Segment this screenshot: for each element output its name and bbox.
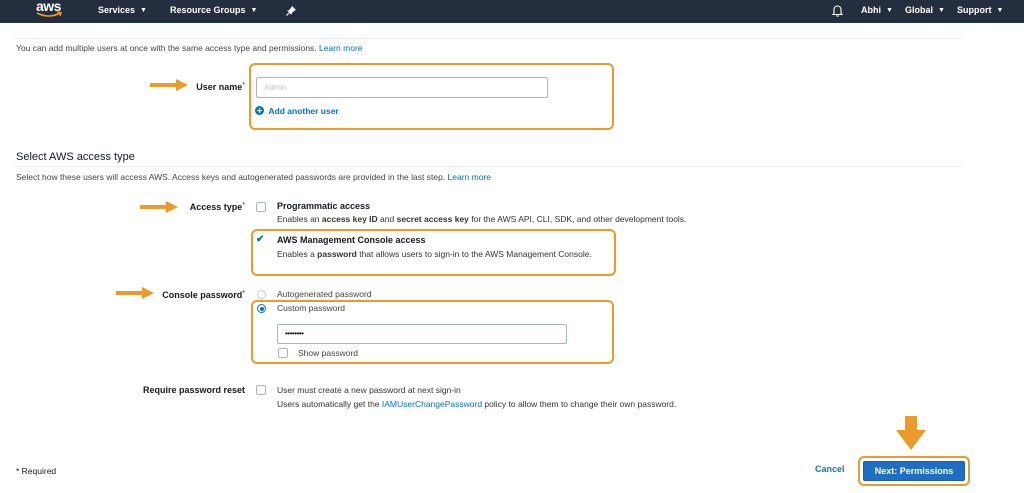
- section-heading: Select AWS access type: [16, 151, 135, 163]
- desc-text: that allows users to sign-in to the AWS …: [356, 249, 592, 259]
- chevron-down-icon: ▼: [886, 7, 893, 14]
- user-name-label: User name*: [150, 82, 245, 92]
- programmatic-access-description: Enables an access key ID and secret acce…: [277, 214, 686, 224]
- aws-smile-icon: [36, 11, 62, 17]
- services-menu[interactable]: Services ▼: [98, 0, 147, 23]
- arrow-right-icon: [116, 287, 154, 299]
- next-permissions-button[interactable]: Next: Permissions: [863, 461, 965, 481]
- password-reset-label: Require password reset: [142, 385, 245, 395]
- section-learn-more-link[interactable]: Learn more: [448, 172, 491, 182]
- top-navigation-bar: aws Services ▼ Resource Groups ▼ Abhi ▼ Glo…: [0, 0, 1024, 23]
- desc-text: policy to allow them to change their own…: [482, 399, 677, 409]
- add-another-user-label: Add another user: [268, 106, 339, 116]
- show-password-label: Show password: [298, 348, 359, 358]
- password-value: ••••••••: [285, 329, 304, 338]
- user-name-value: Admin: [264, 83, 287, 92]
- divider: [14, 166, 962, 167]
- console-access-title: AWS Management Console access: [277, 235, 426, 245]
- custom-password-radio[interactable]: [257, 304, 266, 313]
- desc-text: Users automatically get the: [277, 399, 382, 409]
- add-another-user-button[interactable]: Add another user: [255, 106, 339, 116]
- password-reset-checkbox[interactable]: [256, 385, 266, 395]
- show-password-checkbox[interactable]: [278, 348, 288, 358]
- intro-text: You can add multiple users at once with …: [16, 43, 363, 53]
- intro-description: You can add multiple users at once with …: [16, 43, 317, 53]
- checkmark-icon: ✔: [256, 234, 265, 245]
- iam-policy-link[interactable]: IAMUserChangePassword: [382, 399, 482, 409]
- chevron-down-icon: ▼: [250, 7, 258, 14]
- console-password-label: Console password*: [150, 290, 245, 300]
- desc-text: Enables an: [277, 214, 322, 224]
- required-star: *: [242, 82, 245, 89]
- resource-groups-label: Resource Groups: [170, 5, 246, 15]
- required-star: *: [242, 202, 245, 209]
- aws-logo[interactable]: aws: [36, 0, 66, 21]
- user-name: Abhi: [861, 5, 881, 15]
- desc-bold: password: [317, 249, 357, 259]
- region-label: Global: [905, 5, 934, 15]
- autogenerated-password-radio[interactable]: [257, 290, 266, 299]
- custom-password-label: Custom password: [277, 303, 346, 313]
- chevron-down-icon: ▼: [938, 7, 945, 14]
- desc-text: for the AWS API, CLI, SDK, and other dev…: [468, 214, 687, 224]
- section-description-text: Select how these users will access AWS. …: [16, 172, 446, 182]
- desc-text: and: [377, 214, 397, 224]
- support-menu[interactable]: Support ▼: [957, 0, 1003, 23]
- desc-bold: secret access key: [396, 214, 469, 224]
- programmatic-access-title: Programmatic access: [277, 201, 371, 211]
- divider: [14, 38, 962, 39]
- bell-icon[interactable]: [831, 1, 844, 24]
- arrow-down-icon: [896, 416, 926, 450]
- plus-circle-icon: [255, 106, 264, 115]
- user-menu[interactable]: Abhi ▼: [861, 0, 893, 23]
- console-access-description: Enables a password that allows users to …: [277, 249, 592, 259]
- region-menu[interactable]: Global ▼: [905, 0, 945, 23]
- desc-text: Enables a: [277, 249, 318, 259]
- cancel-button[interactable]: Cancel: [815, 464, 845, 474]
- intro-learn-more-link[interactable]: Learn more: [319, 43, 362, 53]
- chevron-down-icon: ▼: [996, 7, 1004, 14]
- required-star: *: [242, 290, 245, 297]
- custom-password-input[interactable]: ••••••••: [277, 324, 567, 344]
- desc-bold: access key ID: [321, 214, 378, 224]
- pin-icon[interactable]: [286, 1, 296, 24]
- resource-groups-menu[interactable]: Resource Groups ▼: [170, 0, 257, 23]
- programmatic-access-checkbox[interactable]: [256, 202, 266, 212]
- support-label: Support: [957, 5, 992, 15]
- password-reset-line2: Users automatically get the IAMUserChang…: [277, 399, 676, 409]
- console-access-checkbox[interactable]: ✔: [256, 235, 266, 245]
- section-description: Select how these users will access AWS. …: [16, 172, 491, 182]
- console-password-label-text: Console password: [162, 290, 243, 300]
- access-type-label: Access type*: [150, 202, 245, 212]
- required-note: * Required: [16, 466, 57, 476]
- password-reset-line1: User must create a new password at next …: [277, 385, 461, 395]
- access-type-label-text: Access type: [189, 202, 243, 212]
- user-name-label-text: User name: [196, 82, 243, 92]
- chevron-down-icon: ▼: [140, 7, 147, 14]
- user-name-input[interactable]: Admin: [256, 77, 548, 98]
- autogenerated-password-label: Autogenerated password: [277, 289, 372, 299]
- services-label: Services: [98, 5, 136, 15]
